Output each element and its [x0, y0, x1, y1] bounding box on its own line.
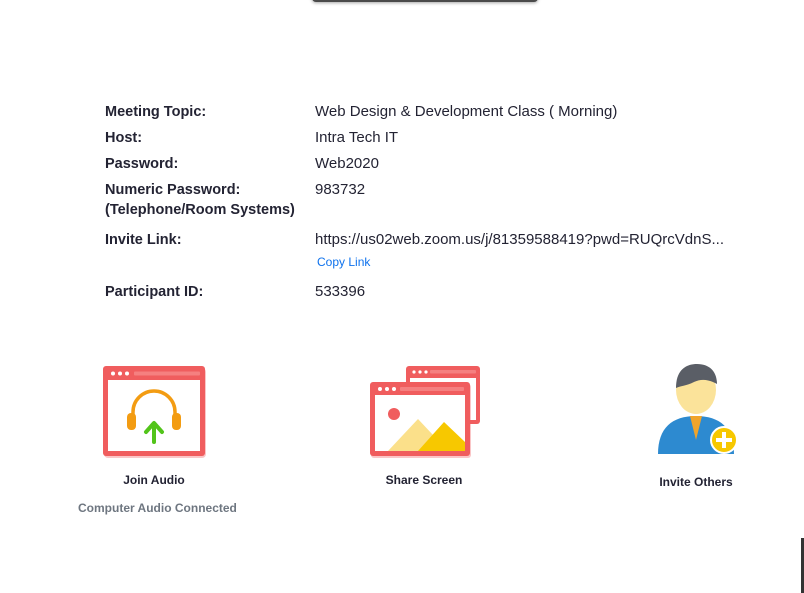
- headphones-upload-icon: [103, 366, 206, 458]
- invite-others-label: Invite Others: [659, 475, 733, 489]
- meeting-info-page: Meeting Topic: Web Design & Development …: [0, 0, 804, 593]
- share-screen-windows-icon: [370, 366, 480, 458]
- host-value: Intra Tech IT: [315, 129, 399, 146]
- password-label: Password:: [105, 156, 179, 172]
- join-audio-label: Join Audio: [123, 473, 185, 487]
- password-value: Web2020: [315, 155, 379, 172]
- meeting-topic-value: Web Design & Development Class ( Morning…: [315, 103, 618, 120]
- participant-id-label: Participant ID:: [105, 284, 204, 300]
- numeric-password-label-line1: Numeric Password:: [105, 182, 241, 198]
- join-audio-button[interactable]: Join Audio: [98, 364, 210, 487]
- numeric-password-label: Numeric Password: (Telephone/Room System…: [105, 180, 310, 220]
- copy-link-button[interactable]: Copy Link: [317, 255, 370, 269]
- meeting-topic-label: Meeting Topic:: [105, 104, 207, 120]
- invite-link-label: Invite Link:: [105, 232, 182, 248]
- invite-link-value: https://us02web.zoom.us/j/81359588419?pw…: [315, 231, 724, 248]
- host-label: Host:: [105, 130, 143, 146]
- audio-status-text: Computer Audio Connected: [78, 501, 237, 515]
- share-screen-label: Share Screen: [385, 473, 463, 487]
- invite-others-button[interactable]: Invite Others: [642, 358, 750, 489]
- numeric-password-value: 983732: [315, 181, 366, 198]
- numeric-password-label-line2: (Telephone/Room Systems): [105, 202, 295, 218]
- participant-id-value: 533396: [315, 283, 366, 300]
- add-person-icon: [658, 364, 738, 454]
- numeric-password-row: Numeric Password: (Telephone/Room System…: [105, 180, 755, 222]
- top-toolbar-edge: [312, 0, 538, 2]
- share-screen-button[interactable]: Share Screen: [364, 364, 484, 487]
